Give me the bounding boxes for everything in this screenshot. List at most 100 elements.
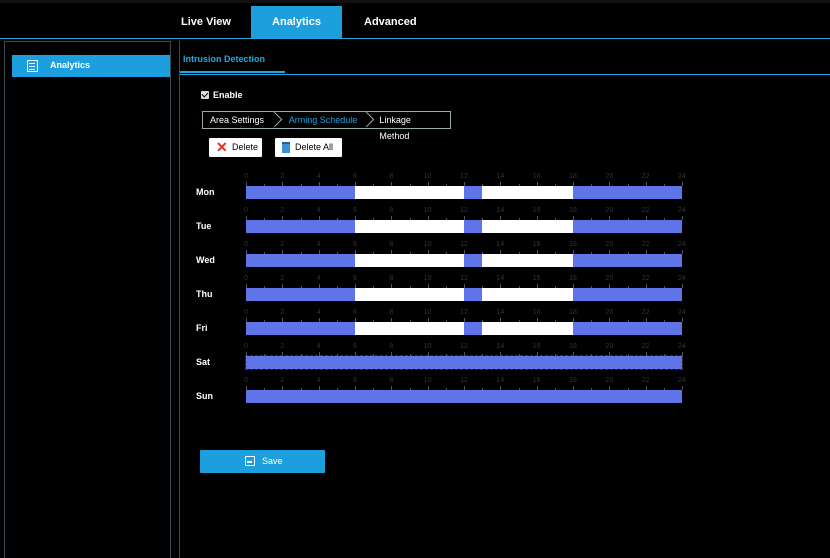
- hour-tick-mark: [536, 318, 538, 322]
- armed-time-segment[interactable]: [246, 288, 355, 301]
- hour-tick-mark: [464, 250, 465, 254]
- hour-tick-mark: [427, 216, 429, 220]
- hour-tick-mark: [591, 320, 593, 322]
- schedule-bar[interactable]: [246, 284, 683, 301]
- tab-analytics[interactable]: Analytics: [251, 6, 342, 39]
- hour-tick-label: 10: [423, 377, 432, 384]
- armed-time-segment[interactable]: [464, 186, 483, 199]
- schedule-row-tue: Tue 0 2 4 6 8 10 12 14 16 18 20 22 24: [180, 204, 830, 237]
- hour-tick-mark: [300, 320, 302, 322]
- armed-time-segment[interactable]: [573, 322, 682, 335]
- step-linkage-method[interactable]: Linkage Method: [368, 112, 450, 141]
- armed-time-segment[interactable]: [246, 390, 682, 403]
- hour-tick-mark: [264, 184, 266, 186]
- day-label: Tue: [196, 221, 212, 231]
- hour-tick-label: 12: [460, 275, 468, 282]
- schedule-bar[interactable]: [246, 318, 683, 335]
- armed-time-segment[interactable]: [246, 186, 355, 199]
- hour-tick-mark: [264, 388, 266, 390]
- hour-tick-mark: [336, 218, 338, 220]
- hour-tick-mark: [409, 320, 411, 322]
- hour-tick-label: 24: [678, 207, 686, 214]
- hour-tick-label: 24: [678, 275, 686, 282]
- hour-tick-label: 0: [244, 343, 248, 350]
- hour-tick-mark: [355, 284, 356, 288]
- armed-time-segment[interactable]: [464, 254, 483, 267]
- armed-time-segment[interactable]: [573, 186, 682, 199]
- hour-tick-mark: [573, 352, 574, 356]
- schedule-bar[interactable]: [246, 386, 683, 403]
- hour-tick-label: 12: [460, 377, 468, 384]
- armed-time-segment[interactable]: [246, 322, 355, 335]
- hour-tick-label: 10: [423, 207, 432, 214]
- hour-tick-mark: [318, 250, 320, 254]
- armed-time-segment[interactable]: [464, 322, 483, 335]
- enable-toggle[interactable]: Enable: [201, 90, 243, 100]
- hour-tick-label: 2: [280, 343, 285, 350]
- tab-advanced[interactable]: Advanced: [364, 6, 417, 39]
- nav-divider: [0, 38, 830, 39]
- subtab-divider: [180, 74, 830, 75]
- step-arming-schedule[interactable]: Arming Schedule: [276, 111, 375, 128]
- armed-time-segment[interactable]: [573, 288, 682, 301]
- hour-tick-label: 0: [244, 309, 248, 316]
- hour-tick-mark: [609, 284, 611, 288]
- hour-tick-label: 8: [389, 207, 394, 214]
- hour-tick-mark: [464, 318, 465, 322]
- hour-tick-mark: [573, 182, 574, 186]
- hour-tick-label: 10: [423, 343, 432, 350]
- delete-all-button[interactable]: Delete All: [275, 138, 342, 157]
- hour-tick-label: 8: [389, 343, 394, 350]
- hour-tick-mark: [300, 354, 302, 356]
- hour-tick-mark: [627, 184, 629, 186]
- hour-tick-label: 16: [532, 275, 541, 282]
- schedule-bar[interactable]: [246, 250, 683, 267]
- day-label: Mon: [196, 187, 215, 197]
- hour-tick-mark: [336, 286, 338, 288]
- hour-tick-mark: [336, 354, 338, 356]
- hour-tick-mark: [500, 352, 502, 356]
- hour-tick-mark: [682, 318, 683, 322]
- hour-tick-mark: [282, 284, 284, 288]
- hour-tick-label: 18: [569, 309, 577, 316]
- schedule-bar[interactable]: [245, 352, 683, 370]
- armed-time-segment[interactable]: [464, 288, 483, 301]
- armed-time-segment[interactable]: [573, 220, 682, 233]
- hour-tick-label: 24: [678, 309, 686, 316]
- tab-live-view[interactable]: Live View: [181, 6, 231, 39]
- hour-tick-mark: [645, 352, 647, 356]
- enable-checkbox[interactable]: [201, 91, 209, 99]
- delete-button[interactable]: ✕ Delete: [209, 138, 262, 157]
- top-nav: Live View Analytics Advanced: [0, 0, 830, 39]
- armed-time-segment[interactable]: [246, 356, 682, 369]
- day-label: Thu: [196, 289, 213, 299]
- hour-tick-label: 20: [605, 309, 614, 316]
- hour-tick-label: 14: [496, 173, 505, 180]
- hour-tick-label: 10: [423, 309, 432, 316]
- hour-tick-mark: [427, 284, 429, 288]
- step-area-settings[interactable]: Area Settings: [203, 111, 282, 128]
- schedule-bar[interactable]: [246, 216, 683, 233]
- hour-tick-mark: [663, 218, 665, 220]
- hour-tick-label: 22: [641, 173, 650, 180]
- hour-tick-label: 6: [353, 377, 357, 384]
- armed-time-segment[interactable]: [246, 254, 355, 267]
- armed-time-segment[interactable]: [464, 220, 483, 233]
- armed-time-segment[interactable]: [246, 220, 355, 233]
- hour-tick-mark: [391, 318, 393, 322]
- tab-intrusion-detection[interactable]: Intrusion Detection: [183, 54, 265, 64]
- armed-time-segment[interactable]: [573, 254, 682, 267]
- hour-tick-label: 8: [389, 173, 394, 180]
- schedule-bar[interactable]: [246, 182, 683, 199]
- hour-tick-mark: [627, 388, 629, 390]
- hour-tick-mark: [627, 286, 629, 288]
- hour-tick-mark: [482, 286, 484, 288]
- hour-tick-label: 16: [532, 241, 541, 248]
- close-icon: ✕: [216, 139, 228, 155]
- sidebar-item-analytics[interactable]: Analytics: [12, 55, 170, 77]
- save-button[interactable]: Save: [200, 450, 325, 473]
- sidebar-item-label: Analytics: [50, 60, 91, 70]
- hour-tick-mark: [573, 250, 574, 254]
- day-label: Sun: [196, 391, 213, 401]
- step-breadcrumb: Area Settings Arming Schedule Linkage Me…: [202, 111, 451, 141]
